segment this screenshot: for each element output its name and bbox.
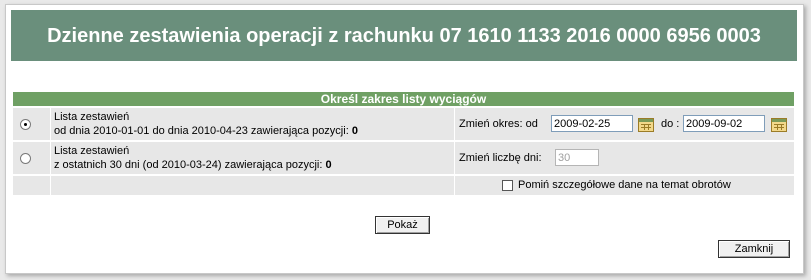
option-row-date-range: Lista zestawień od dnia 2010-01-01 do dn…	[13, 108, 794, 140]
to-label: do :	[661, 118, 680, 130]
last-days-radio[interactable]	[20, 153, 31, 164]
skip-details-label: Pomiń szczegółowe dane na temat obrotów	[518, 179, 731, 191]
calendar-icon[interactable]	[638, 118, 654, 132]
page-title: Dzienne zestawienia operacji z rachunku …	[47, 24, 761, 47]
range-section-title: Określ zakres listy wyciągów	[13, 92, 794, 106]
position-count: 0	[351, 125, 358, 137]
position-count: 0	[325, 159, 332, 171]
date-to-input[interactable]	[683, 115, 765, 132]
date-from-input[interactable]	[551, 115, 633, 132]
option-radio-cell	[13, 142, 51, 174]
skip-details-checkbox[interactable]	[502, 180, 513, 191]
option-description: z ostatnich 30 dni (od 2010-03-24) zawie…	[54, 159, 332, 171]
last-days-controls: Zmień liczbę dni:	[455, 142, 794, 174]
option-row-last-days: Lista zestawień z ostatnich 30 dni (od 2…	[13, 142, 794, 174]
page-header: Dzienne zestawienia operacji z rachunku …	[11, 10, 797, 61]
date-range-controls: Zmień okres: od do :	[455, 108, 794, 140]
date-range-radio[interactable]	[20, 119, 31, 130]
option-description: od dnia 2010-01-01 do dnia 2010-04-23 za…	[54, 125, 358, 137]
calendar-icon[interactable]	[771, 118, 787, 132]
empty-cell	[13, 176, 51, 195]
option-radio-cell	[13, 108, 51, 140]
period-label: Zmień okres: od	[459, 118, 538, 130]
show-button[interactable]: Pokaż	[375, 216, 430, 234]
option-description-cell: Lista zestawień z ostatnich 30 dni (od 2…	[51, 142, 455, 174]
option-title: Lista zestawień	[54, 145, 130, 157]
empty-cell	[51, 176, 455, 195]
days-input[interactable]	[555, 149, 599, 166]
option-description-cell: Lista zestawień od dnia 2010-01-01 do dn…	[51, 108, 455, 140]
skip-details-cell: Pomiń szczegółowe dane na temat obrotów	[455, 176, 794, 195]
close-button[interactable]: Zamknij	[718, 240, 790, 258]
days-label: Zmień liczbę dni:	[459, 152, 542, 164]
option-title: Lista zestawień	[54, 111, 130, 123]
skip-details-row: Pomiń szczegółowe dane na temat obrotów	[13, 176, 794, 195]
